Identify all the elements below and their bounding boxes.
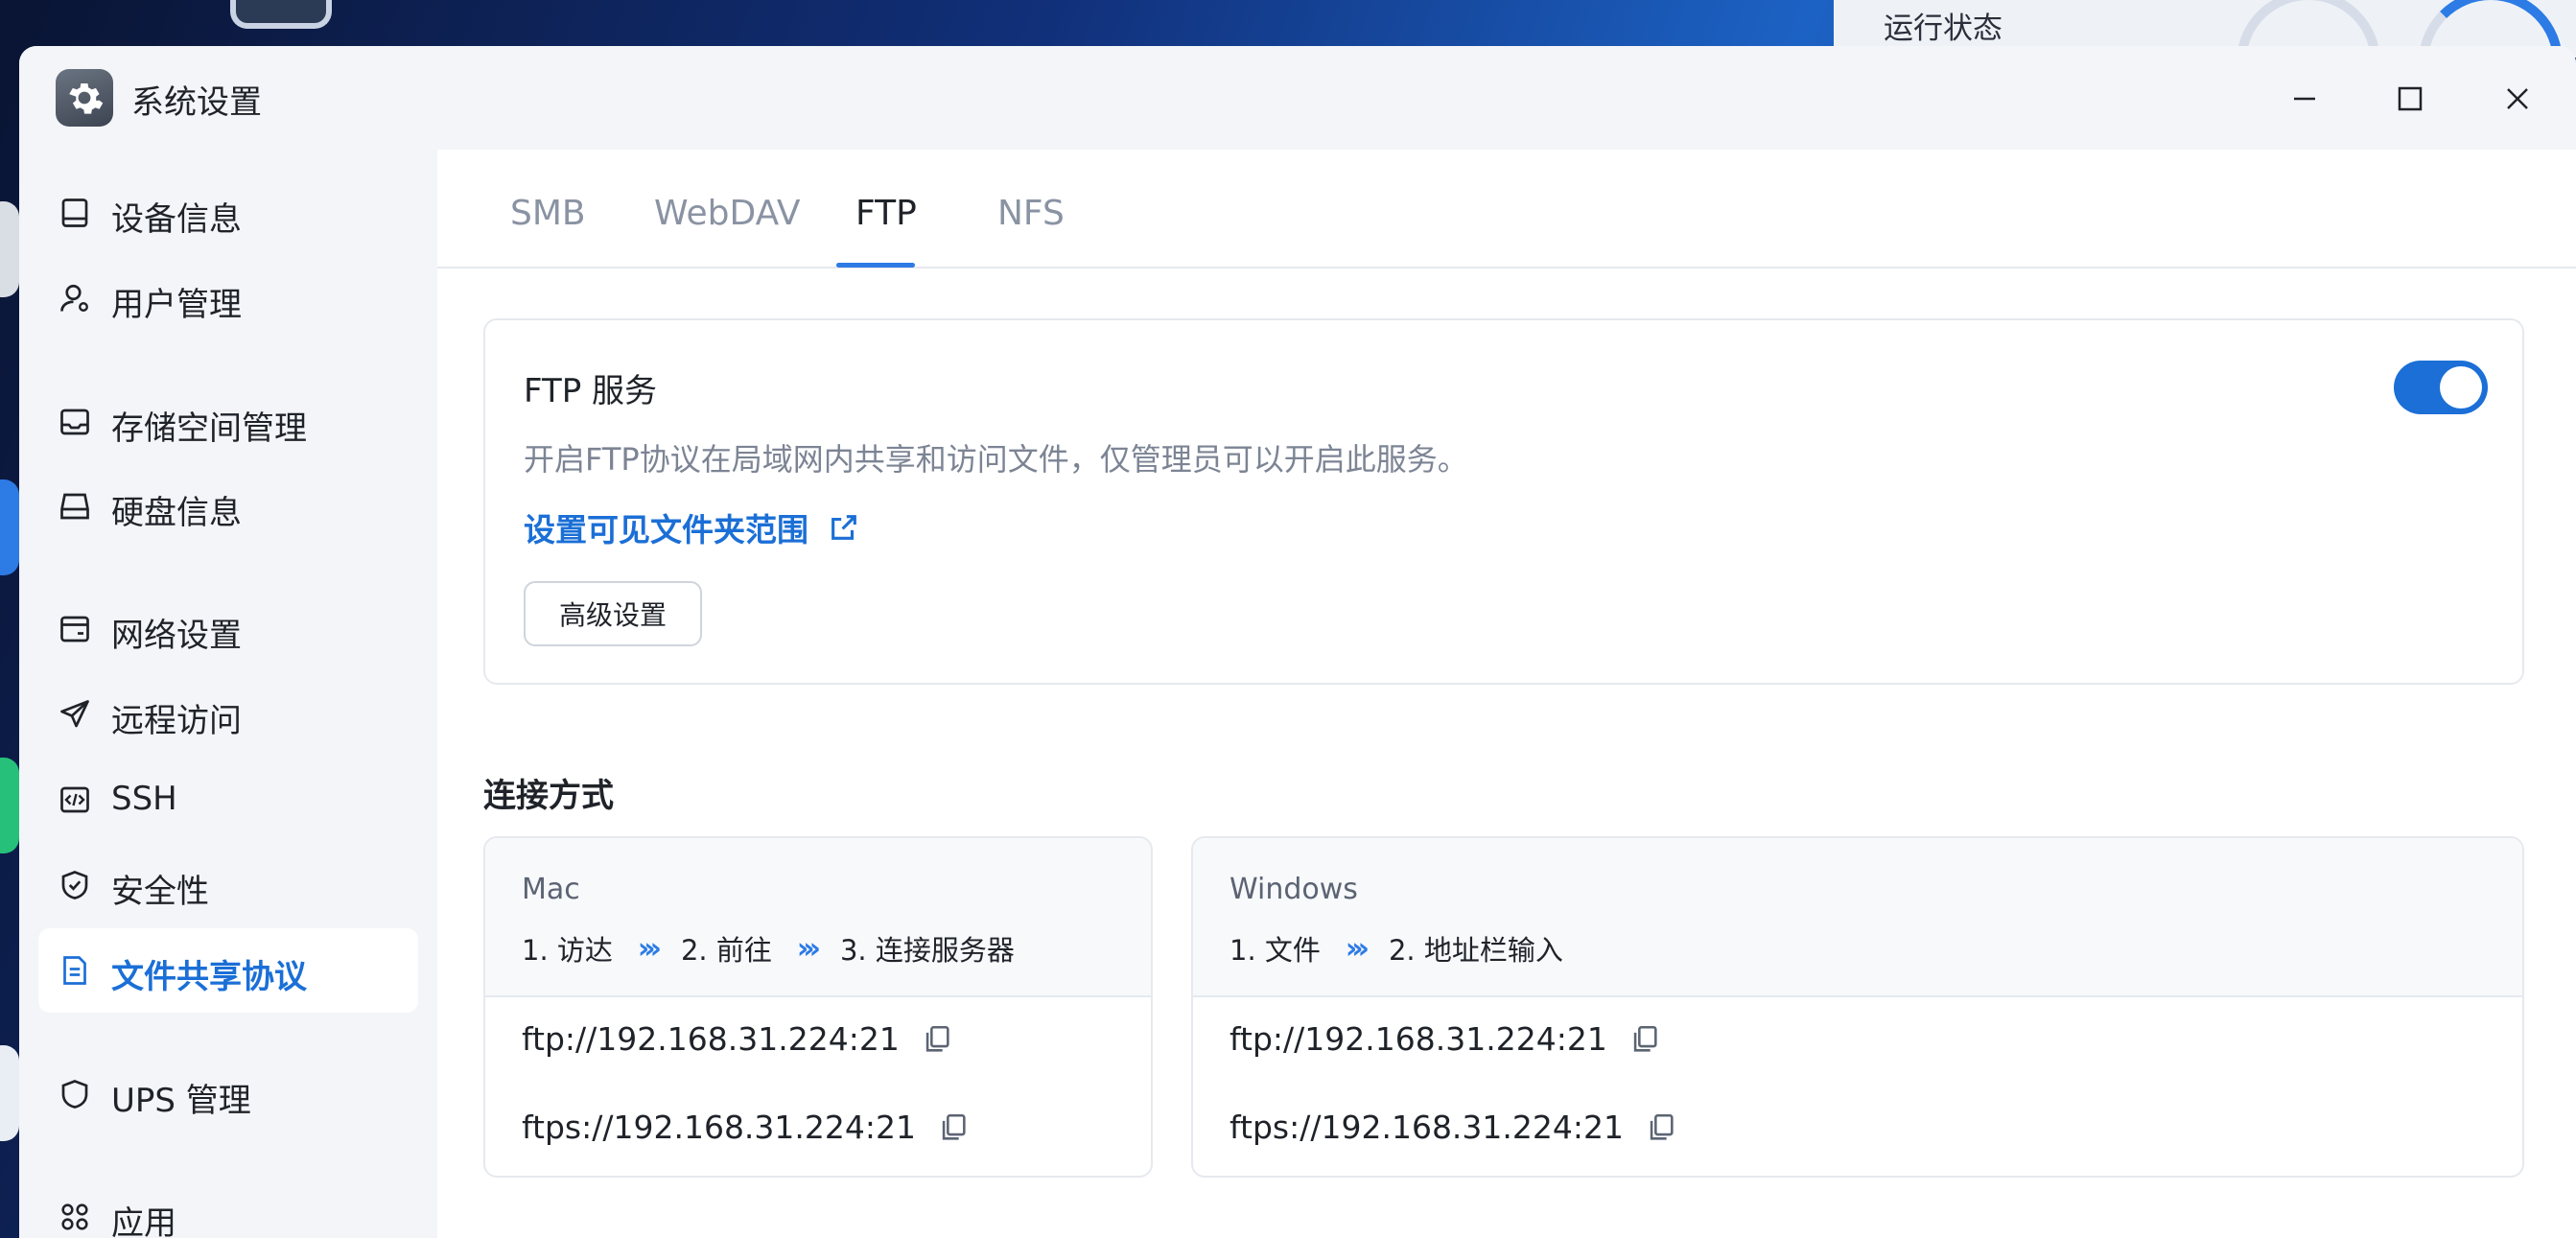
sidebar-item-ups[interactable]: UPS 管理 <box>38 1052 418 1136</box>
windows-steps: 1. 文件 ››› 2. 地址栏输入 <box>1229 928 1563 969</box>
chevrons-right-icon: ››› <box>1345 931 1370 966</box>
advanced-settings-button[interactable]: 高级设置 <box>524 581 702 646</box>
visible-folders-link-label: 设置可见文件夹范围 <box>524 511 808 549</box>
device-icon <box>61 199 88 227</box>
step-label: 1. 访达 <box>522 934 613 967</box>
document-icon <box>63 956 86 985</box>
sidebar-item-label: SSH <box>111 780 177 818</box>
ftp-service-toggle[interactable] <box>2394 361 2488 414</box>
url-row: ftps://192.168.31.224:21 <box>1229 1109 1677 1146</box>
run-status-label: 运行状态 <box>1884 12 2002 46</box>
shield-icon <box>61 1080 88 1109</box>
sidebar-item-label: 应用 <box>111 1204 176 1238</box>
tab-nfs[interactable]: NFS <box>997 194 1065 233</box>
desktop-dock-strip <box>0 38 21 1238</box>
apps-grid-icon <box>61 1203 88 1230</box>
ftp-service-title: FTP 服务 <box>524 372 658 410</box>
sidebar-item-label: 存储空间管理 <box>111 409 307 448</box>
copy-icon[interactable] <box>937 1111 970 1144</box>
close-icon <box>2507 88 2528 109</box>
copy-icon[interactable] <box>1645 1111 1677 1144</box>
connection-method-title: 连接方式 <box>483 777 614 815</box>
sidebar-item-label: 安全性 <box>111 873 209 911</box>
os-name: Mac <box>522 873 580 906</box>
minimize-button[interactable] <box>2281 75 2329 123</box>
ftp-url: ftp://192.168.31.224:21 <box>522 1020 900 1058</box>
windows-connection-card: Windows 1. 文件 ››› 2. 地址栏输入 ftp://192.168… <box>1191 836 2524 1178</box>
copy-icon[interactable] <box>1628 1023 1661 1056</box>
sidebar-item-label: 文件共享协议 <box>111 958 307 996</box>
active-tab-indicator <box>836 263 915 268</box>
code-icon <box>60 786 89 813</box>
visible-folders-link[interactable]: 设置可见文件夹范围 <box>524 504 860 550</box>
sidebar-item-file-sharing[interactable]: 文件共享协议 <box>38 928 418 1013</box>
desktop-app-icon[interactable] <box>230 0 332 29</box>
url-row: ftps://192.168.31.224:21 <box>522 1109 970 1146</box>
os-name: Windows <box>1229 873 1358 906</box>
mac-steps: 1. 访达 ››› 2. 前往 ››› 3. 连接服务器 <box>522 928 1015 969</box>
sidebar: 设备信息 用户管理 存储空间管理 硬盘信息 网络设置 远程访问 SSH 安全性 <box>19 150 437 1238</box>
chevrons-right-icon: ››› <box>796 931 821 966</box>
title-bar: 系统设置 <box>19 46 2576 150</box>
mac-connection-header: Mac 1. 访达 ››› 2. 前往 ››› 3. 连接服务器 <box>485 838 1151 997</box>
settings-gear-icon <box>56 69 113 127</box>
sidebar-item-remote-access[interactable]: 远程访问 <box>38 672 418 757</box>
sidebar-item-label: 远程访问 <box>111 702 242 740</box>
dock-app-icon[interactable] <box>0 479 19 575</box>
maximize-button[interactable] <box>2386 75 2434 123</box>
ftp-service-description: 开启FTP协议在局域网内共享和访问文件，仅管理员可以开启此服务。 <box>524 441 1468 478</box>
sidebar-item-disk-info[interactable]: 硬盘信息 <box>38 464 418 549</box>
shield-check-icon <box>61 871 88 899</box>
chevrons-right-icon: ››› <box>637 931 662 966</box>
tab-ftp[interactable]: FTP <box>855 194 917 233</box>
main-content: SMB WebDAV FTP NFS FTP 服务 开启FTP协议在局域网内共享… <box>437 150 2576 1238</box>
step-label: 2. 前往 <box>680 934 772 967</box>
sidebar-item-storage[interactable]: 存储空间管理 <box>38 380 418 464</box>
network-icon <box>60 616 89 642</box>
protocol-tabs: SMB WebDAV FTP NFS <box>437 150 2576 269</box>
tab-webdav[interactable]: WebDAV <box>654 194 801 233</box>
maximize-icon <box>2398 86 2423 111</box>
send-icon <box>60 700 89 728</box>
ftp-service-card: FTP 服务 开启FTP协议在局域网内共享和访问文件，仅管理员可以开启此服务。 … <box>483 318 2524 685</box>
toggle-knob <box>2440 366 2482 409</box>
user-icon <box>60 284 88 312</box>
ftp-url: ftp://192.168.31.224:21 <box>1229 1020 1607 1058</box>
sidebar-item-apps[interactable]: 应用 <box>38 1175 418 1238</box>
sidebar-item-user-management[interactable]: 用户管理 <box>38 256 418 340</box>
window-title: 系统设置 <box>131 83 262 122</box>
url-row: ftp://192.168.31.224:21 <box>522 1020 953 1058</box>
dock-app-icon[interactable] <box>0 201 19 297</box>
mac-connection-card: Mac 1. 访达 ››› 2. 前往 ››› 3. 连接服务器 ftp://1… <box>483 836 1153 1178</box>
sidebar-item-label: 设备信息 <box>111 200 242 239</box>
sidebar-item-label: 硬盘信息 <box>111 494 242 532</box>
sidebar-item-device-info[interactable]: 设备信息 <box>38 171 418 255</box>
storage-icon <box>60 409 89 435</box>
sidebar-item-network[interactable]: 网络设置 <box>38 587 418 671</box>
system-settings-window: 系统设置 设备信息 用户管理 存储空间管理 硬盘信息 网络设置 远程访问 SSH… <box>19 46 2576 1238</box>
close-button[interactable] <box>2494 75 2541 123</box>
dock-app-icon[interactable] <box>0 758 19 853</box>
sidebar-item-label: 用户管理 <box>111 286 242 324</box>
dock-app-icon[interactable] <box>0 1045 19 1141</box>
sidebar-item-security[interactable]: 安全性 <box>38 843 418 927</box>
sidebar-item-label: 网络设置 <box>111 617 242 655</box>
sidebar-item-label: UPS 管理 <box>111 1082 251 1120</box>
step-label: 3. 连接服务器 <box>839 934 1015 967</box>
sidebar-item-ssh[interactable]: SSH <box>38 758 418 842</box>
step-label: 1. 文件 <box>1229 934 1321 967</box>
ftps-url: ftps://192.168.31.224:21 <box>1229 1109 1625 1146</box>
windows-connection-header: Windows 1. 文件 ››› 2. 地址栏输入 <box>1193 838 2522 997</box>
tab-smb[interactable]: SMB <box>510 194 586 233</box>
url-row: ftp://192.168.31.224:21 <box>1229 1020 1661 1058</box>
ftps-url: ftps://192.168.31.224:21 <box>522 1109 917 1146</box>
external-link-icon <box>831 515 856 540</box>
minimize-icon <box>2294 97 2315 101</box>
step-label: 2. 地址栏输入 <box>1388 934 1563 967</box>
copy-icon[interactable] <box>921 1023 953 1056</box>
disk-icon <box>60 493 89 520</box>
